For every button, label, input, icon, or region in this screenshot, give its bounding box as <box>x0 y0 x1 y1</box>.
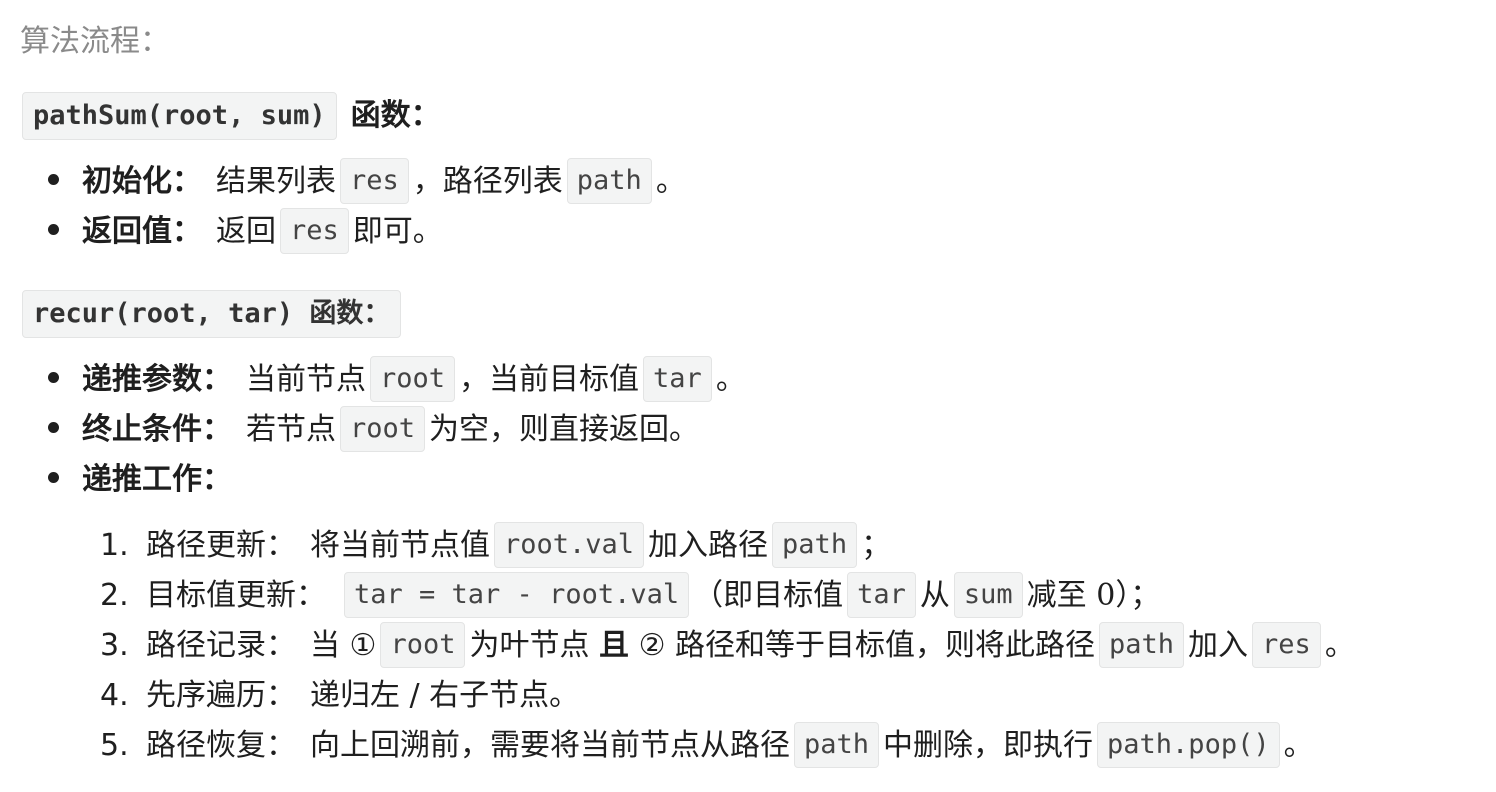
list-item-work: 递推工作： <box>48 456 246 504</box>
inline-code: path <box>1099 621 1185 668</box>
inline-code: sum <box>953 571 1023 618</box>
list-item-params: 递推参数： 当前节点 root ，当前目标值 tar。 <box>48 355 746 404</box>
bullet-icon <box>48 372 59 383</box>
item-label: 返回值： <box>82 214 202 249</box>
inline-code: path <box>772 521 858 568</box>
step-text: 中删除，即执行 <box>883 728 1094 763</box>
item-text: 。 <box>715 362 746 397</box>
step-text: 加入 <box>1188 628 1249 663</box>
step-number: 4. <box>100 678 129 713</box>
item-label: 初始化： <box>82 164 202 199</box>
inline-code: tar <box>643 355 712 402</box>
step-text: ）； <box>1115 578 1161 613</box>
step-text: 当 ① <box>310 628 377 663</box>
pathsum-suffix: 函数： <box>350 98 441 133</box>
item-text: ，路径列表 <box>412 164 563 199</box>
math-zero: 0 <box>1096 578 1116 613</box>
bullet-icon <box>48 472 59 483</box>
step-text: 向上回溯前，需要将当前节点从路径 <box>310 728 790 763</box>
pathsum-signature: pathSum(root, sum) <box>22 92 337 140</box>
bullet-icon <box>48 174 59 185</box>
step-text: 。 <box>1324 628 1355 663</box>
item-text: 若节点 <box>246 412 336 447</box>
bullet-icon <box>48 224 59 235</box>
item-text: 即可。 <box>352 214 443 249</box>
section-heading: 算法流程： <box>20 24 170 59</box>
inline-code: root <box>380 621 466 668</box>
step-text: 减至 <box>1026 578 1087 613</box>
inline-code: tar = tar - root.val <box>344 571 690 618</box>
step-text: （即目标值 <box>693 578 844 613</box>
inline-code: root.val <box>494 521 645 568</box>
step-number: 2. <box>100 578 129 613</box>
pathsum-title: pathSum(root, sum) 函数： <box>22 92 441 140</box>
step-number: 5. <box>100 728 129 763</box>
item-text: 结果列表 <box>216 164 336 199</box>
step-text: 将当前节点值 <box>310 528 490 563</box>
step-text: ② 路径和等于目标值，则将此路径 <box>638 628 1095 663</box>
inline-code: root <box>340 405 426 452</box>
step-text: 递归左 / 右子节点。 <box>310 678 580 713</box>
recur-signature-code: recur(root, tar) <box>33 298 294 329</box>
step-text: 从 <box>919 578 950 613</box>
inline-code: res <box>280 207 349 254</box>
inline-code: res <box>340 157 409 204</box>
step-strong: 且 <box>599 628 630 663</box>
item-text: ，当前目标值 <box>459 362 640 397</box>
inline-code: root <box>370 355 456 402</box>
item-label: 终止条件： <box>82 412 232 447</box>
step-item: 3. 路径记录： 当 ① root 为叶节点 且 ② 路径和等于目标值，则将此路径 pat… <box>100 621 1355 670</box>
step-item: 2. 目标值更新： tar = tar - root.val （即目标值 tar 从 sum… <box>100 571 1161 620</box>
list-item-return: 返回值： 返回 res 即可。 <box>48 207 443 256</box>
step-text: ； <box>861 528 892 563</box>
step-text: 为叶节点 <box>469 628 590 663</box>
inline-code: path <box>566 157 652 204</box>
item-text: 为空，则直接返回。 <box>429 412 700 447</box>
inline-code: path.pop() <box>1097 721 1280 768</box>
item-label: 递推参数： <box>82 362 232 397</box>
recur-signature: recur(root, tar) 函数： <box>22 290 402 338</box>
list-item-init: 初始化： 结果列表 res ，路径列表 path。 <box>48 157 686 206</box>
item-text: 。 <box>655 164 686 199</box>
step-item: 5. 路径恢复： 向上回溯前，需要将当前节点从路径 path 中删除，即执行 path.p… <box>100 721 1314 770</box>
step-label: 路径恢复： <box>146 728 296 763</box>
step-number: 3. <box>100 628 129 663</box>
list-item-terminate: 终止条件： 若节点 root 为空，则直接返回。 <box>48 405 700 454</box>
step-label: 路径记录： <box>146 628 296 663</box>
recur-title: recur(root, tar) 函数： <box>22 290 402 338</box>
step-label: 路径更新： <box>146 528 296 563</box>
inline-code: tar <box>847 571 916 618</box>
item-text: 当前节点 <box>246 362 366 397</box>
step-label: 先序遍历： <box>146 678 296 713</box>
recur-suffix: 函数： <box>309 298 391 329</box>
step-text: 。 <box>1283 728 1314 763</box>
step-label: 目标值更新： <box>146 578 326 613</box>
inline-code: path <box>794 721 880 768</box>
step-text: 加入路径 <box>648 528 769 563</box>
step-item: 1. 路径更新： 将当前节点值 root.val 加入路径 path； <box>100 521 892 570</box>
step-number: 1. <box>100 528 129 563</box>
item-label: 递推工作： <box>82 462 232 497</box>
bullet-icon <box>48 422 59 433</box>
item-text: 返回 <box>216 214 276 249</box>
inline-code: res <box>1252 621 1321 668</box>
step-item: 4. 先序遍历： 递归左 / 右子节点。 <box>100 672 579 720</box>
